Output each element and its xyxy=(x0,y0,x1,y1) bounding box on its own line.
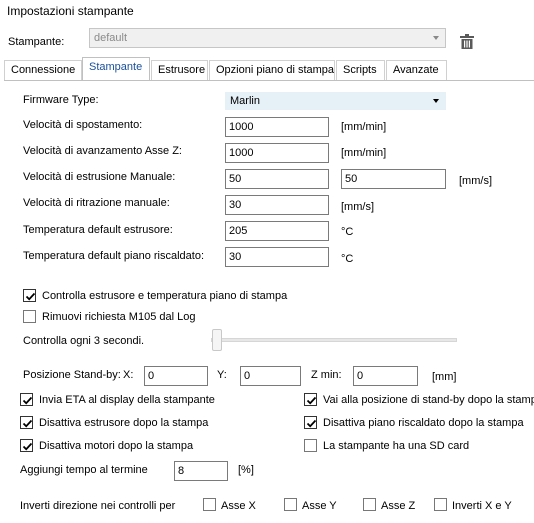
disable-extruder-label: Disattiva estrusore dopo la stampa xyxy=(39,417,209,429)
move-speed-input[interactable]: 1000 xyxy=(225,117,329,137)
firmware-value: Marlin xyxy=(230,95,260,107)
manual-extrusion-unit: [mm/s] xyxy=(459,175,492,187)
standby-z-label: Z min: xyxy=(311,369,342,381)
tab-opzioni-piano[interactable]: Opzioni piano di stampa xyxy=(209,60,335,80)
tab-label: Avanzate xyxy=(393,64,439,76)
remove-m105-checkbox[interactable] xyxy=(23,310,36,323)
tab-scripts[interactable]: Scripts xyxy=(336,60,385,80)
standby-label: Posizione Stand-by: xyxy=(23,369,121,381)
disable-motors-checkbox[interactable] xyxy=(20,439,33,452)
printer-select[interactable]: default xyxy=(89,28,446,48)
disable-motors-label: Disattiva motori dopo la stampa xyxy=(39,440,194,452)
disable-bed-checkbox[interactable] xyxy=(304,416,317,429)
chevron-down-icon xyxy=(433,99,439,103)
sd-card-label: La stampante ha una SD card xyxy=(323,440,470,452)
check-temp-checkbox[interactable] xyxy=(23,289,36,302)
invert-x-checkbox[interactable] xyxy=(203,498,216,511)
tab-label: Stampante xyxy=(89,61,143,73)
tab-avanzate[interactable]: Avanzate xyxy=(386,60,447,80)
firmware-select[interactable]: Marlin xyxy=(225,92,446,110)
check-interval-slider-thumb[interactable] xyxy=(212,329,222,351)
printer-select-value: default xyxy=(94,32,128,44)
tab-estrusore[interactable]: Estrusore xyxy=(151,60,208,80)
z-speed-input[interactable]: 1000 xyxy=(225,143,329,163)
tab-label: Scripts xyxy=(343,64,377,76)
tab-stampante[interactable]: Stampante xyxy=(82,57,150,80)
sd-card-checkbox[interactable] xyxy=(304,439,317,452)
check-interval-slider-track[interactable] xyxy=(211,338,457,342)
printer-label: Stampante: xyxy=(8,36,65,48)
invert-label: Inverti direzione nei controlli per xyxy=(20,500,176,512)
checkmark-icon xyxy=(306,396,317,405)
invert-x-label: Asse X xyxy=(221,500,256,512)
goto-standby-checkbox[interactable] xyxy=(304,393,317,406)
extruder-temp-label: Temperatura default estrusore: xyxy=(23,224,173,236)
standby-y-input[interactable]: 0 xyxy=(240,366,301,386)
manual-retraction-input[interactable]: 30 xyxy=(225,195,329,215)
chevron-down-icon xyxy=(433,36,439,40)
checkmark-icon xyxy=(22,442,33,451)
standby-y-label: Y: xyxy=(217,369,227,381)
add-time-input[interactable]: 8 xyxy=(174,461,228,481)
invert-y-label: Asse Y xyxy=(302,500,337,512)
standby-z-input[interactable]: 0 xyxy=(353,366,418,386)
checkmark-icon xyxy=(22,419,33,428)
disable-bed-label: Disattiva piano riscaldato dopo la stamp… xyxy=(323,417,524,429)
extruder-temp-unit: °C xyxy=(341,226,354,238)
checkmark-icon xyxy=(306,419,317,428)
check-interval-label: Controlla ogni 3 secondi. xyxy=(23,335,145,347)
checkmark-icon xyxy=(22,396,33,405)
invert-z-checkbox[interactable] xyxy=(363,498,376,511)
invert-xy-checkbox[interactable] xyxy=(434,498,447,511)
bed-temp-unit: °C xyxy=(341,253,354,265)
add-time-label: Aggiungi tempo al termine xyxy=(20,464,148,476)
firmware-label: Firmware Type: xyxy=(23,94,99,106)
tab-label: Estrusore xyxy=(158,64,206,76)
tab-connessione[interactable]: Connessione xyxy=(4,60,82,80)
z-speed-label: Velocità di avanzamento Asse Z: xyxy=(23,145,182,157)
goto-standby-label: Vai alla posizione di stand-by dopo la s… xyxy=(323,394,534,406)
trash-icon[interactable] xyxy=(460,34,474,49)
add-time-unit: [%] xyxy=(238,464,254,476)
check-temp-label: Controlla estrusore e temperatura piano … xyxy=(42,290,288,302)
manual-extrusion-input-2[interactable]: 50 xyxy=(341,169,446,189)
manual-retraction-label: Velocità di ritrazione manuale: xyxy=(23,197,170,209)
window-title: Impostazioni stampante xyxy=(7,4,134,18)
tab-label: Opzioni piano di stampa xyxy=(216,64,335,76)
remove-m105-label: Rimuovi richiesta M105 dal Log xyxy=(42,311,196,323)
extruder-temp-input[interactable]: 205 xyxy=(225,221,329,241)
bed-temp-label: Temperatura default piano riscaldato: xyxy=(23,250,204,262)
standby-x-label: X: xyxy=(123,369,134,381)
invert-xy-label: Inverti X e Y xyxy=(452,500,512,512)
standby-x-input[interactable]: 0 xyxy=(144,366,208,386)
z-speed-unit: [mm/min] xyxy=(341,147,387,159)
checkmark-icon xyxy=(25,292,36,301)
send-eta-checkbox[interactable] xyxy=(20,393,33,406)
disable-extruder-checkbox[interactable] xyxy=(20,416,33,429)
standby-unit: [mm] xyxy=(432,371,457,383)
manual-extrusion-label: Velocità di estrusione Manuale: xyxy=(23,171,176,183)
invert-y-checkbox[interactable] xyxy=(284,498,297,511)
tab-label: Connessione xyxy=(11,64,76,76)
move-speed-label: Velocità di spostamento: xyxy=(23,119,143,131)
send-eta-label: Invia ETA al display della stampante xyxy=(39,394,215,406)
manual-extrusion-input-1[interactable]: 50 xyxy=(225,169,329,189)
invert-z-label: Asse Z xyxy=(381,500,416,512)
manual-retraction-unit: [mm/s] xyxy=(341,201,374,213)
move-speed-unit: [mm/min] xyxy=(341,121,387,133)
bed-temp-input[interactable]: 30 xyxy=(225,247,329,267)
